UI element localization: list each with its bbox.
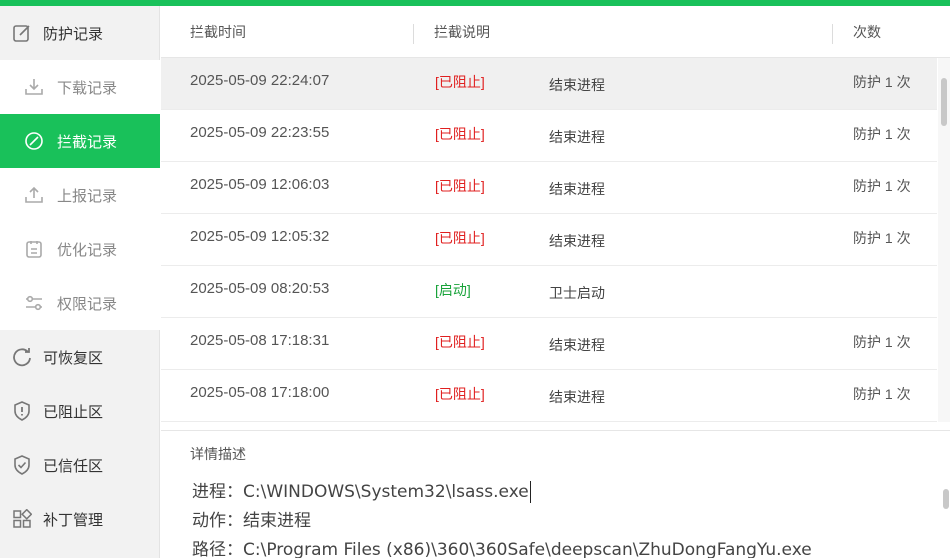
sidebar-item-permission-records[interactable]: 权限记录 [0,276,160,330]
row-status: [启动] [435,282,471,298]
sidebar-item-download-records[interactable]: 下载记录 [0,60,160,114]
sidebar-item-label: 拦截记录 [57,133,118,151]
main-panel: 拦截时间 拦截说明 次数 2025-05-09 22:24:07 [已阻止] 结… [161,6,950,558]
sidebar-item-label: 补丁管理 [43,511,104,529]
sidebar-item-trusted-zone[interactable]: 已信任区 [0,438,160,492]
edit-icon [11,22,33,44]
table-row[interactable]: 2025-05-09 08:20:53 [启动] 卫士启动 [161,266,937,318]
row-desc: 结束进程 [549,337,605,353]
table-header: 拦截时间 拦截说明 次数 [161,6,950,58]
table-row[interactable]: 2025-05-08 17:18:31 [已阻止] 结束进程 防护 1 次 [161,318,937,370]
sidebar-item-label: 可恢复区 [43,349,104,367]
clipboard-icon [23,238,45,260]
restore-icon [11,346,33,368]
row-count: 防护 1 次 [853,230,911,246]
row-status: [已阻止] [435,386,485,402]
row-count: 防护 1 次 [853,126,911,142]
row-desc: 卫士启动 [549,285,605,301]
record-list: 2025-05-09 22:24:07 [已阻止] 结束进程 防护 1 次 20… [161,58,937,422]
row-time: 2025-05-09 08:20:53 [190,280,330,297]
apps-icon [11,508,33,530]
row-time: 2025-05-09 22:24:07 [190,72,330,89]
detail-panel: 详情描述 进程：C:\WINDOWS\System32\lsass.exe 动作… [161,430,950,558]
sidebar-item-label: 优化记录 [57,241,118,259]
detail-path[interactable]: 路径：C:\Program Files (x86)\360\360Safe\de… [192,535,812,558]
sidebar-item-intercept-records[interactable]: 拦截记录 [0,114,160,168]
text-caret [529,481,531,503]
row-time: 2025-05-08 17:18:31 [190,332,330,349]
sidebar-item-optimize-records[interactable]: 优化记录 [0,222,160,276]
table-row[interactable]: 2025-05-09 22:24:07 [已阻止] 结束进程 防护 1 次 [161,58,937,110]
table-row[interactable]: 2025-05-09 22:23:55 [已阻止] 结束进程 防护 1 次 [161,110,937,162]
row-status: [已阻止] [435,178,485,194]
download-icon [23,76,45,98]
sidebar: 防护记录 下载记录 拦截记录 上报记录 优化记录 权限记录 可恢复区 已阻止区 … [0,6,160,558]
row-status: [已阻止] [435,334,485,350]
row-count: 防护 1 次 [853,178,911,194]
shield-check-icon [11,454,33,476]
list-scrollbar[interactable] [938,58,950,422]
sidebar-item-label: 防护记录 [43,25,104,43]
sidebar-item-protection-records[interactable]: 防护记录 [0,6,160,60]
detail-scrollbar-thumb[interactable] [943,489,949,509]
list-scrollbar-thumb[interactable] [941,78,947,126]
row-status: [已阻止] [435,230,485,246]
row-count: 防护 1 次 [853,74,911,90]
row-status: [已阻止] [435,126,485,142]
row-desc: 结束进程 [549,181,605,197]
sidebar-item-label: 下载记录 [57,79,118,97]
block-icon [23,130,45,152]
row-desc: 结束进程 [549,129,605,145]
table-row[interactable]: 2025-05-08 17:18:00 [已阻止] 结束进程 防护 1 次 [161,370,937,422]
sidebar-item-report-records[interactable]: 上报记录 [0,168,160,222]
table-row[interactable]: 2025-05-09 12:06:03 [已阻止] 结束进程 防护 1 次 [161,162,937,214]
sidebar-item-label: 上报记录 [57,187,118,205]
row-count: 防护 1 次 [853,386,911,402]
row-desc: 结束进程 [549,389,605,405]
column-header-desc[interactable]: 拦截说明 [434,22,490,42]
sidebar-item-label: 权限记录 [57,295,118,313]
table-row[interactable]: 2025-05-09 12:05:32 [已阻止] 结束进程 防护 1 次 [161,214,937,266]
row-time: 2025-05-09 12:06:03 [190,176,330,193]
sidebar-item-label: 已阻止区 [43,403,104,421]
detail-process-line[interactable]: 进程：C:\WINDOWS\System32\lsass.exe [192,477,531,503]
sidebar-item-label: 已信任区 [43,457,104,475]
row-status: [已阻止] [435,74,485,90]
row-time: 2025-05-09 12:05:32 [190,228,330,245]
column-divider [413,24,414,44]
row-desc: 结束进程 [549,77,605,93]
sidebar-item-blocked-zone[interactable]: 已阻止区 [0,384,160,438]
column-header-time[interactable]: 拦截时间 [190,22,246,42]
row-time: 2025-05-08 17:18:00 [190,384,330,401]
column-header-count[interactable]: 次数 [853,22,881,42]
upload-icon [23,184,45,206]
detail-process: 进程：C:\WINDOWS\System32\lsass.exe [192,482,529,502]
sliders-icon [23,292,45,314]
shield-alert-icon [11,400,33,422]
column-divider [832,24,833,44]
detail-action[interactable]: 动作：结束进程 [192,506,311,531]
row-count: 防护 1 次 [853,334,911,350]
row-desc: 结束进程 [549,233,605,249]
sidebar-item-recoverable-zone[interactable]: 可恢复区 [0,330,160,384]
sidebar-item-patch-management[interactable]: 补丁管理 [0,492,160,546]
detail-title: 详情描述 [190,446,246,462]
row-time: 2025-05-09 22:23:55 [190,124,330,141]
